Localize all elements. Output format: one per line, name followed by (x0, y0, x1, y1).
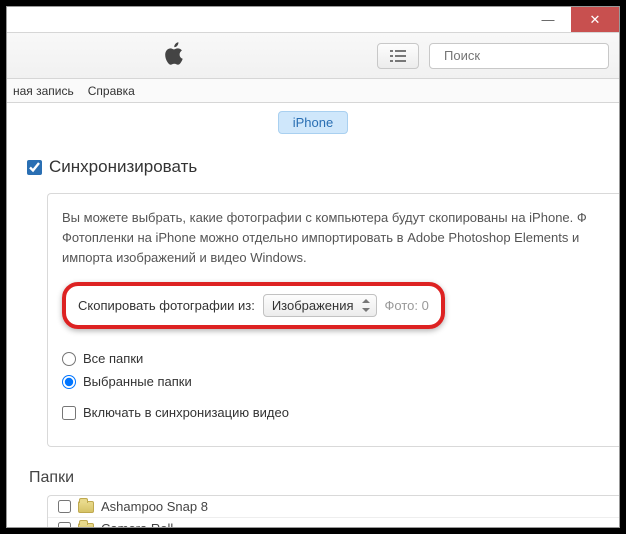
sync-label: Синхронизировать (49, 157, 197, 177)
search-field[interactable] (429, 43, 609, 69)
folder-icon (78, 501, 94, 513)
photo-count: Фото: 0 (385, 298, 429, 313)
include-video-row[interactable]: Включать в синхронизацию видео (62, 405, 619, 420)
folder-checkbox[interactable] (58, 522, 71, 528)
device-tab-iphone[interactable]: iPhone (278, 111, 348, 134)
radio-all-folders[interactable]: Все папки (62, 351, 619, 366)
list-icon (390, 50, 406, 62)
include-video-label: Включать в синхронизацию видео (83, 405, 289, 420)
copy-source-select[interactable]: Изображения (263, 294, 377, 317)
copy-from-label: Скопировать фотографии из: (78, 298, 255, 313)
radio-selected-folders[interactable]: Выбранные папки (62, 374, 619, 389)
include-video-checkbox[interactable] (62, 406, 76, 420)
apple-logo-icon (165, 42, 185, 69)
folder-row[interactable]: Ashampoo Snap 8 (48, 496, 619, 518)
minimize-button[interactable]: — (525, 7, 571, 32)
radio-all-label: Все папки (83, 351, 143, 366)
folder-checkbox[interactable] (58, 500, 71, 513)
close-button[interactable]: ✕ (571, 7, 619, 32)
radio-all-input[interactable] (62, 352, 76, 366)
copy-source-highlight: Скопировать фотографии из: Изображения Ф… (62, 282, 445, 329)
radio-selected-input[interactable] (62, 375, 76, 389)
radio-selected-label: Выбранные папки (83, 374, 192, 389)
folders-header: Папки (29, 469, 619, 487)
folder-icon (78, 523, 94, 528)
folder-row[interactable]: Camera Roll (48, 518, 619, 528)
search-input[interactable] (444, 48, 620, 63)
folder-list: Ashampoo Snap 8 Camera Roll Saved Pictur… (47, 495, 619, 528)
folder-name: Ashampoo Snap 8 (101, 499, 208, 514)
folder-name: Camera Roll (101, 521, 173, 528)
sync-checkbox[interactable] (27, 160, 42, 175)
menu-help[interactable]: Справка (88, 84, 135, 98)
list-view-button[interactable] (377, 43, 419, 69)
sync-description: Вы можете выбрать, какие фотографии с ко… (62, 208, 619, 268)
menu-account[interactable]: ная запись (13, 84, 74, 98)
